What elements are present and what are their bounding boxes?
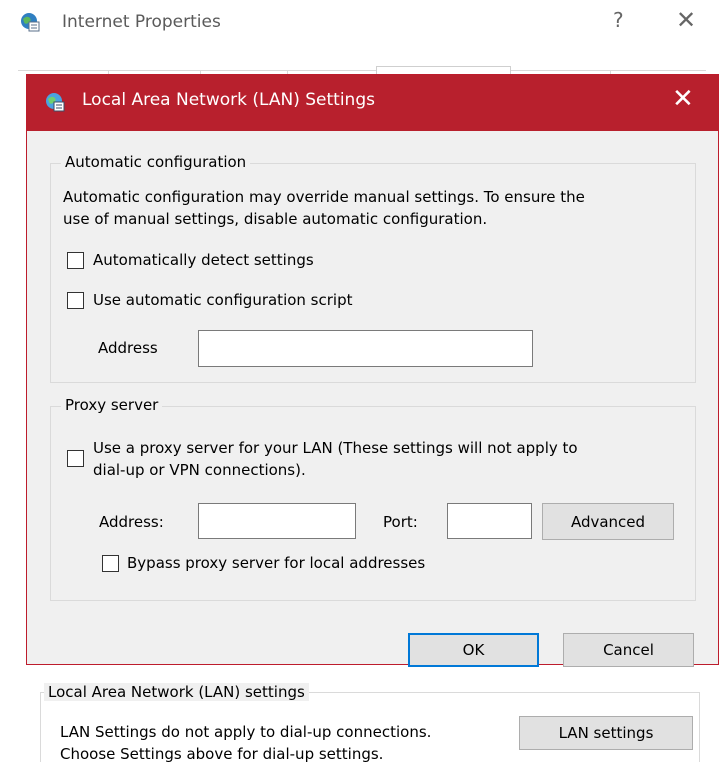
auto-config-script-label[interactable]: Use automatic configuration script <box>93 289 352 311</box>
use-proxy-label-line1[interactable]: Use a proxy server for your LAN (These s… <box>93 437 578 459</box>
proxy-port-label: Port: <box>383 513 418 531</box>
internet-properties-icon <box>21 13 40 32</box>
ok-button[interactable]: OK <box>408 633 539 667</box>
auto-config-description-line2: use of manual settings, disable automati… <box>63 210 488 228</box>
auto-config-script-checkbox[interactable] <box>67 292 84 309</box>
proxy-address-label: Address: <box>99 513 164 531</box>
auto-detect-checkbox[interactable] <box>67 252 84 269</box>
lan-note-line2: Choose Settings above for dial-up settin… <box>60 745 384 763</box>
window-title: Internet Properties <box>62 12 221 32</box>
bypass-proxy-label[interactable]: Bypass proxy server for local addresses <box>127 552 425 574</box>
help-button[interactable]: ? <box>613 8 624 32</box>
proxy-port-input[interactable] <box>447 503 532 539</box>
auto-config-address-input[interactable] <box>198 330 533 367</box>
proxy-server-legend: Proxy server <box>61 396 163 414</box>
dialog-close-icon[interactable]: ✕ <box>672 84 694 114</box>
bypass-proxy-checkbox[interactable] <box>102 555 119 572</box>
automatic-configuration-legend: Automatic configuration <box>61 153 251 171</box>
auto-config-address-label: Address <box>98 339 158 357</box>
cancel-button[interactable]: Cancel <box>563 633 694 667</box>
auto-config-description-line1: Automatic configuration may override man… <box>63 188 585 206</box>
lan-settings-icon <box>46 93 65 112</box>
lan-settings-legend: Local Area Network (LAN) settings <box>44 683 309 701</box>
use-proxy-checkbox[interactable] <box>67 450 84 467</box>
lan-note-line1: LAN Settings do not apply to dial-up con… <box>60 723 432 741</box>
use-proxy-label-line2[interactable]: dial-up or VPN connections). <box>93 459 306 481</box>
lan-settings-dialog: Local Area Network (LAN) Settings ✕ Auto… <box>26 74 719 667</box>
tab-strip <box>18 70 706 73</box>
advanced-button[interactable]: Advanced <box>542 503 674 540</box>
dialog-title: Local Area Network (LAN) Settings <box>82 90 375 110</box>
auto-detect-label[interactable]: Automatically detect settings <box>93 249 314 271</box>
lan-settings-button[interactable]: LAN settings <box>519 716 693 750</box>
proxy-address-input[interactable] <box>198 503 356 539</box>
close-icon[interactable]: ✕ <box>676 6 696 34</box>
